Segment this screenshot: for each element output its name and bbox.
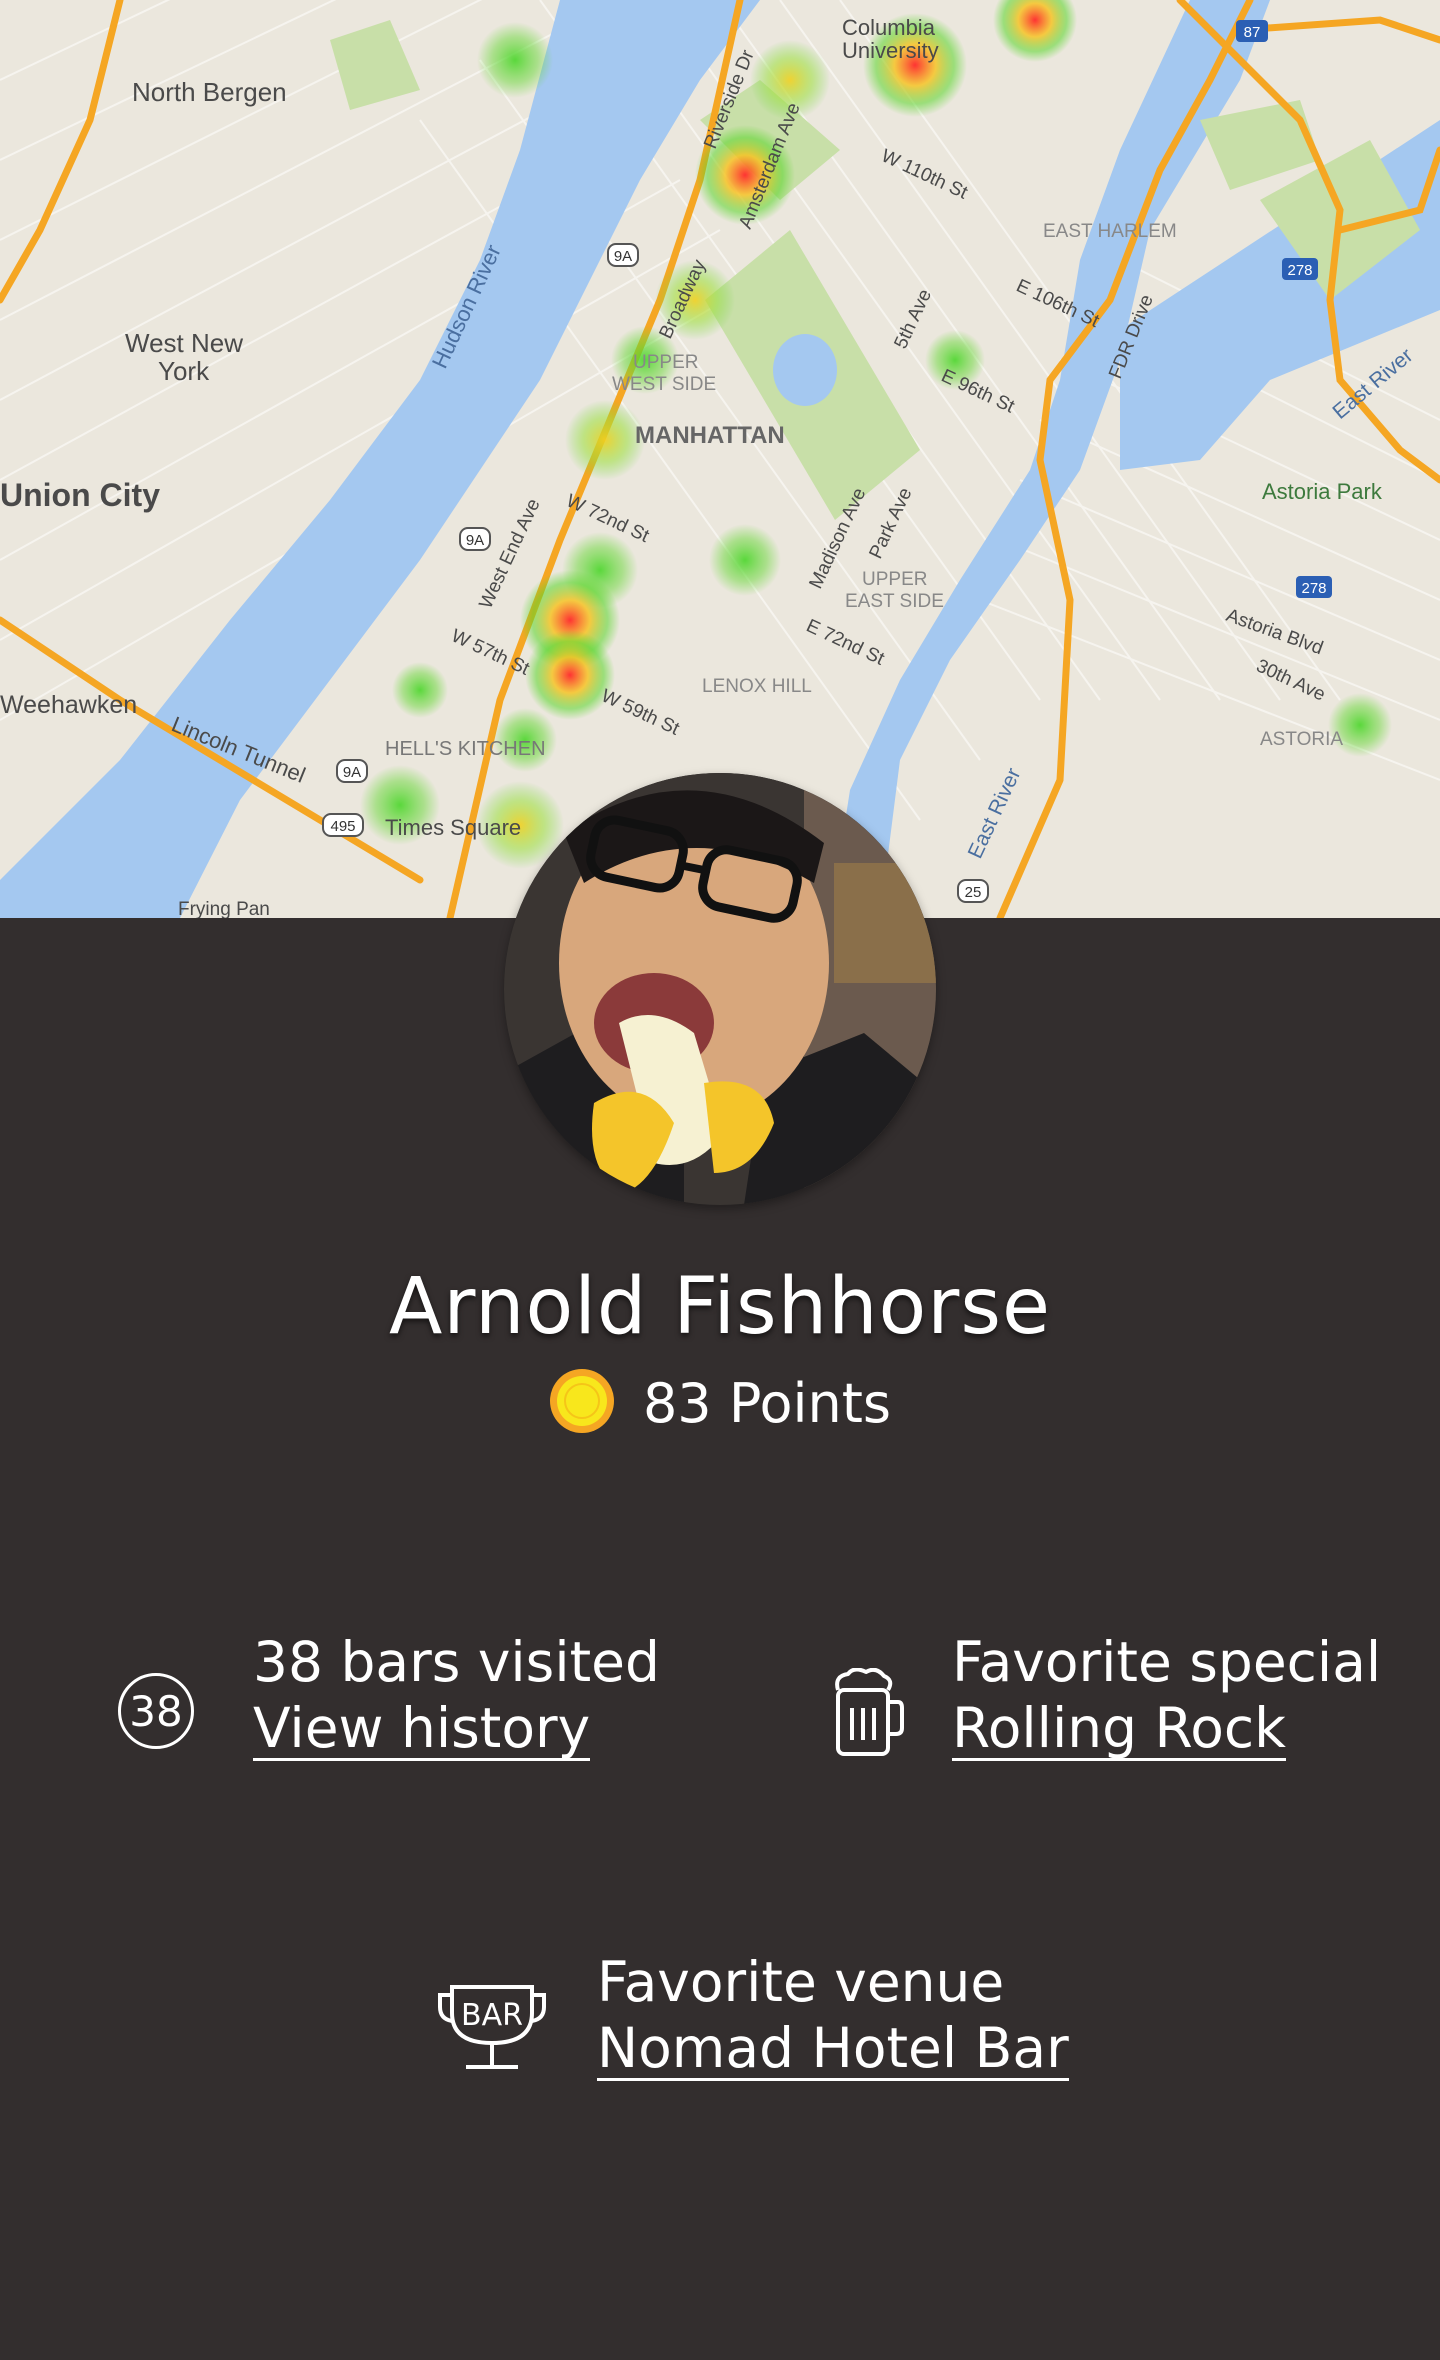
avatar-image — [504, 773, 936, 1205]
favorite-venue-label: Favorite venue — [597, 1950, 1005, 2014]
beer-mug-icon — [830, 1667, 904, 1764]
map-label: Astoria Park — [1262, 479, 1383, 504]
map-label: Times Square — [385, 815, 521, 840]
bars-count-icon: 38 — [118, 1673, 194, 1749]
bar-trophy-icon: BAR — [436, 1985, 548, 2075]
bars-visited-stat: 38 bars visited View history — [253, 1630, 660, 1761]
favorite-venue-link[interactable]: Nomad Hotel Bar — [597, 2019, 1069, 2081]
route-shield: 9A — [466, 532, 484, 549]
points-label: 83 Points — [642, 1372, 892, 1435]
route-shield: 87 — [1244, 24, 1261, 41]
bars-visited-label: 38 bars visited — [253, 1630, 660, 1694]
map-label: HELL'S KITCHEN — [385, 738, 546, 760]
route-shield: 9A — [614, 248, 632, 265]
map-label: EAST HARLEM — [1043, 221, 1177, 242]
map-label: MANHATTAN — [635, 422, 785, 449]
route-shield: 278 — [1301, 580, 1326, 597]
coin-icon — [549, 1368, 615, 1434]
bar-icon-text: BAR — [461, 1998, 523, 2033]
map-label: ASTORIA — [1260, 729, 1343, 750]
points-row: 83 Points — [0, 1369, 1440, 1440]
user-name: Arnold Fishhorse — [389, 1262, 1051, 1352]
avatar[interactable] — [504, 773, 936, 1205]
route-shield: 25 — [965, 884, 982, 901]
favorite-venue-stat: Favorite venue Nomad Hotel Bar — [597, 1950, 1069, 2081]
map-label: York — [158, 356, 210, 386]
map-label: EAST SIDE — [845, 591, 944, 612]
map-label: LENOX HILL — [702, 676, 812, 697]
favorite-special-label: Favorite special — [952, 1630, 1382, 1694]
map-label: UPPER — [633, 352, 698, 373]
map-label: Columbia — [842, 15, 936, 40]
map-label: Union City — [0, 477, 160, 513]
map-label: WEST SIDE — [612, 374, 716, 395]
route-shield: 278 — [1287, 262, 1312, 279]
favorite-special-link[interactable]: Rolling Rock — [952, 1699, 1286, 1761]
route-shield: 495 — [330, 818, 355, 835]
map-label: UPPER — [862, 569, 927, 590]
route-shield: 9A — [343, 764, 361, 781]
favorite-special-stat: Favorite special Rolling Rock — [952, 1630, 1381, 1761]
map-label: West New — [125, 328, 243, 358]
map-label: North Bergen — [132, 77, 287, 107]
view-history-link[interactable]: View history — [253, 1699, 591, 1761]
map-label: Weehawken — [0, 691, 137, 719]
map-label: University — [842, 38, 939, 63]
map-label: Frying Pan — [178, 899, 270, 918]
